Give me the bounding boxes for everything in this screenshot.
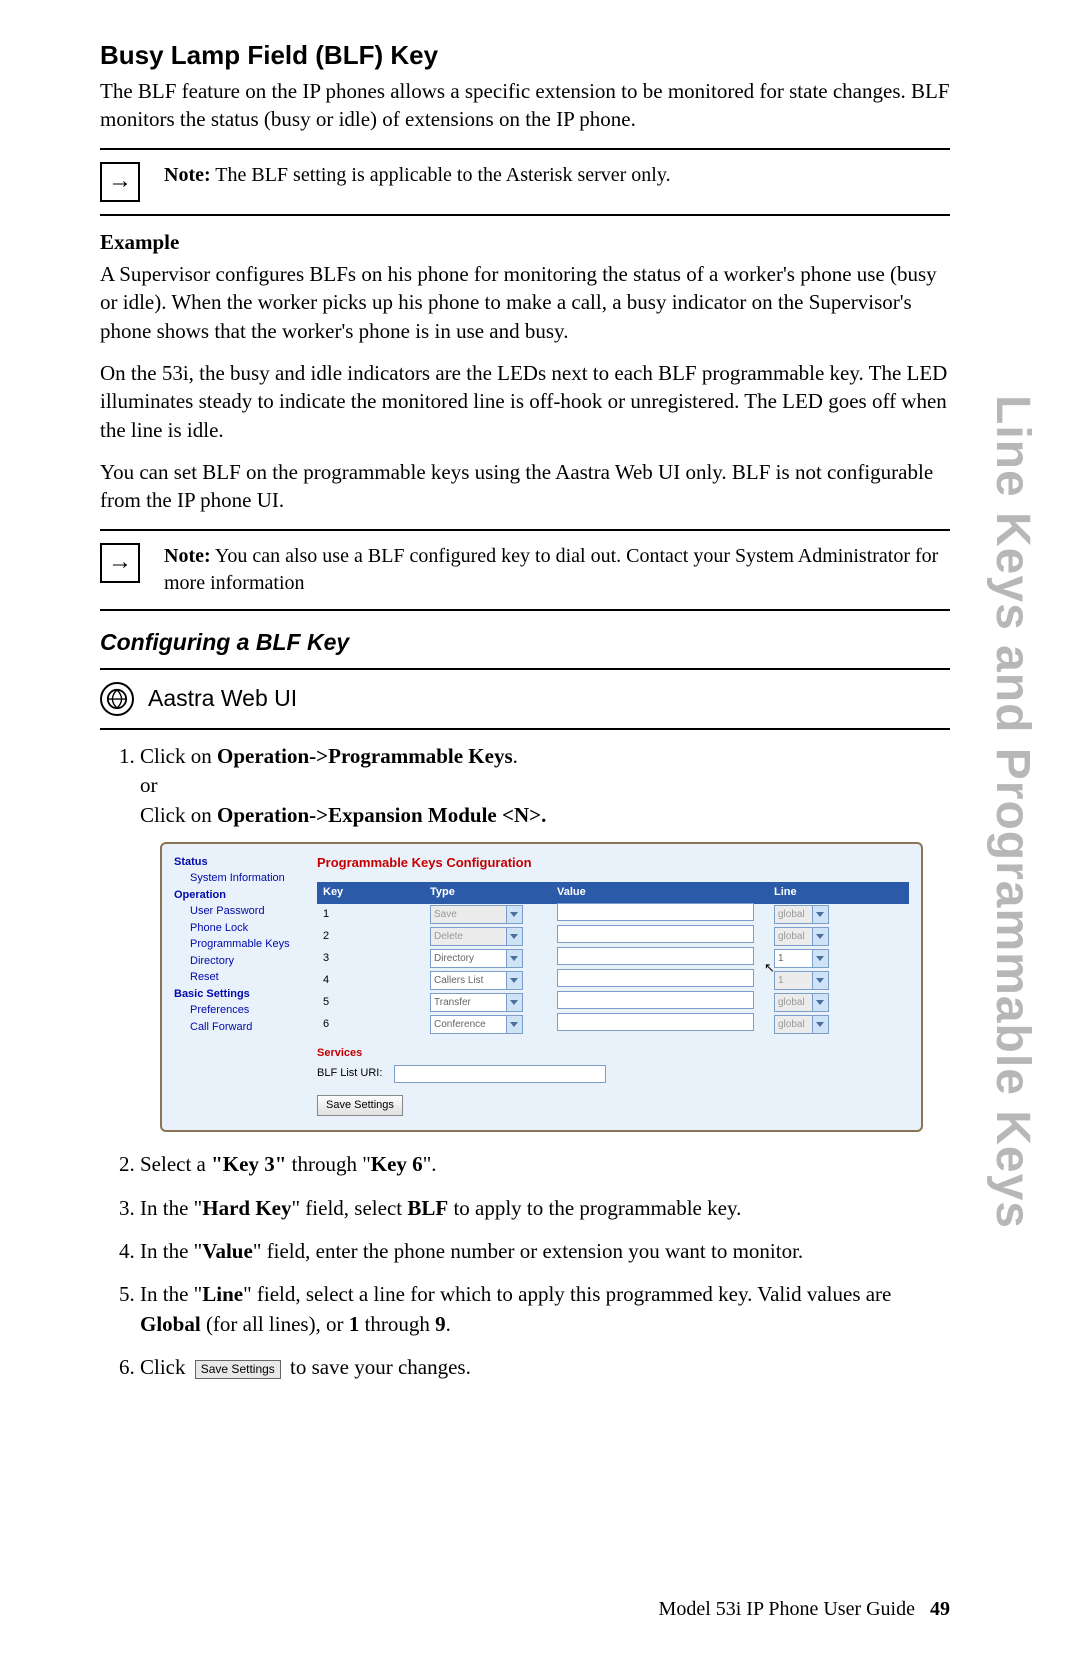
webui-header: Aastra Web UI [100, 682, 950, 716]
save-settings-inline-button: Save Settings [195, 1360, 281, 1379]
page-footer: Model 53i IP Phone User Guide 49 [659, 1598, 950, 1621]
table-header: Key Type Value Line [317, 882, 909, 903]
step-3: In the "Hard Key" field, select BLF to a… [140, 1194, 950, 1223]
nav-panel: Status System Information Operation User… [174, 854, 299, 1116]
nav-item[interactable]: User Password [174, 903, 299, 920]
nav-item[interactable]: Directory [174, 953, 299, 970]
type-select[interactable]: Save [430, 905, 523, 924]
divider [100, 214, 950, 216]
nav-item[interactable]: Programmable Keys [174, 936, 299, 953]
type-select[interactable]: Transfer [430, 993, 523, 1012]
value-input[interactable] [557, 947, 754, 965]
nav-item[interactable]: Preferences [174, 1002, 299, 1019]
intro-paragraph: The BLF feature on the IP phones allows … [100, 77, 950, 134]
step-6: Click Save Settings to save your changes… [140, 1353, 950, 1382]
divider [100, 668, 950, 670]
value-input[interactable] [557, 1013, 754, 1031]
webui-label: Aastra Web UI [148, 685, 297, 712]
body-paragraph: On the 53i, the busy and idle indicators… [100, 359, 950, 444]
value-input[interactable] [557, 991, 754, 1009]
divider [100, 529, 950, 531]
table-row: 4Callers List1 [317, 970, 909, 992]
divider [100, 609, 950, 611]
line-select[interactable]: global [774, 993, 829, 1012]
example-heading: Example [100, 228, 950, 256]
type-select[interactable]: Callers List [430, 971, 523, 990]
blf-uri-input[interactable] [394, 1065, 606, 1083]
type-select[interactable]: Conference [430, 1015, 523, 1034]
webui-screenshot: Status System Information Operation User… [160, 842, 923, 1132]
services-heading: Services [317, 1046, 909, 1061]
divider [100, 728, 950, 730]
table-row: 3Directory1 [317, 948, 909, 970]
nav-item[interactable]: System Information [174, 870, 299, 887]
table-row: 2Deleteglobal [317, 926, 909, 948]
line-select[interactable]: global [774, 1015, 829, 1034]
value-input[interactable] [557, 925, 754, 943]
globe-icon [100, 682, 134, 716]
table-row: 1Saveglobal [317, 904, 909, 926]
nav-item[interactable]: Reset [174, 969, 299, 986]
value-input[interactable] [557, 903, 754, 921]
line-select[interactable]: 1 [774, 971, 829, 990]
body-paragraph: You can set BLF on the programmable keys… [100, 458, 950, 515]
nav-item[interactable]: Phone Lock [174, 920, 299, 937]
table-row: 5Transferglobal [317, 992, 909, 1014]
type-select[interactable]: Directory [430, 949, 523, 968]
arrow-right-icon: → [100, 162, 140, 202]
type-select[interactable]: Delete [430, 927, 523, 946]
line-select[interactable]: global [774, 927, 829, 946]
line-select[interactable]: 1 [774, 949, 829, 968]
subsection-heading: Configuring a BLF Key [100, 629, 950, 656]
step-4: In the "Value" field, enter the phone nu… [140, 1237, 950, 1266]
note-text: Note: You can also use a BLF configured … [164, 543, 950, 597]
table-row: 6Conferenceglobal [317, 1014, 909, 1036]
note-text: Note: The BLF setting is applicable to t… [164, 162, 671, 189]
value-input[interactable] [557, 969, 754, 987]
save-settings-button[interactable]: Save Settings [317, 1095, 403, 1116]
cursor-icon: ↖ [764, 959, 775, 977]
step-2: Select a "Key 3" through "Key 6". [140, 1150, 950, 1179]
line-select[interactable]: global [774, 905, 829, 924]
divider [100, 148, 950, 150]
blf-uri-label: BLF List URI: [317, 1066, 382, 1081]
panel-title: Programmable Keys Configuration [317, 854, 909, 872]
note-block: → Note: The BLF setting is applicable to… [100, 162, 950, 202]
note-block: → Note: You can also use a BLF configure… [100, 543, 950, 597]
section-heading: Busy Lamp Field (BLF) Key [100, 40, 950, 71]
nav-item[interactable]: Call Forward [174, 1019, 299, 1036]
arrow-right-icon: → [100, 543, 140, 583]
body-paragraph: A Supervisor configures BLFs on his phon… [100, 260, 950, 345]
step-1: Click on Operation->Programmable Keys. o… [140, 742, 950, 1133]
side-chapter-title: Line Keys and Programmable Keys [985, 395, 1040, 1229]
step-5: In the "Line" field, select a line for w… [140, 1280, 950, 1339]
